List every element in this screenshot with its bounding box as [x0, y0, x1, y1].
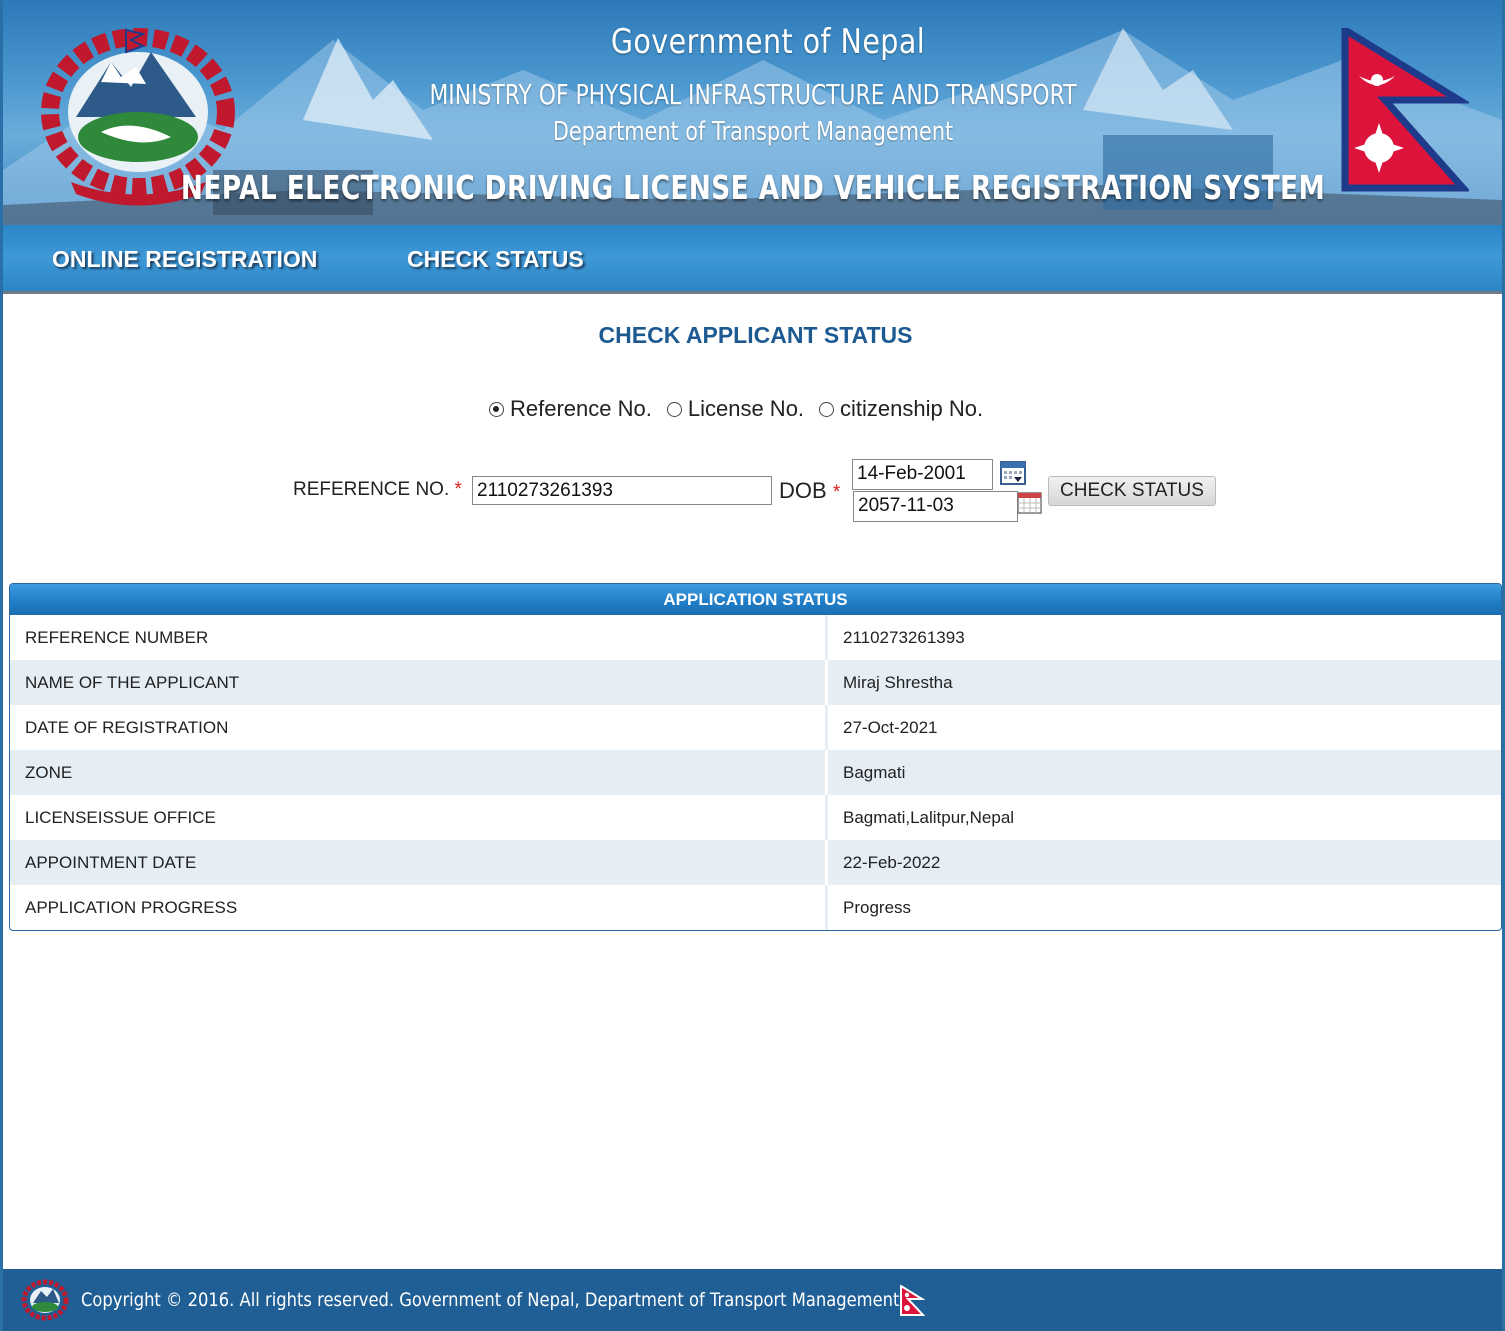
- nepali-calendar-icon[interactable]: [1017, 492, 1042, 514]
- table-row: ZONE Bagmati: [10, 750, 1501, 795]
- row-value: Miraj Shrestha: [843, 673, 953, 692]
- radio-citizenship-no[interactable]: [819, 401, 835, 417]
- row-label: LICENSEISSUE OFFICE: [10, 795, 828, 840]
- reference-no-label: REFERENCE NO. *: [293, 479, 462, 501]
- required-mark: *: [454, 479, 462, 500]
- footer-flag-icon: [900, 1285, 925, 1316]
- header-banner: Government of Nepal MINISTRY OF PHYSICAL…: [3, 0, 1502, 225]
- search-type-radio-group: Reference No. License No. citizenship No…: [489, 394, 998, 424]
- row-label: REFERENCE NUMBER: [10, 615, 828, 660]
- row-label: APPOINTMENT DATE: [10, 840, 828, 885]
- main-nav: ONLINE REGISTRATION CHECK STATUS: [3, 225, 1502, 294]
- table-row: LICENSEISSUE OFFICE Bagmati,Lalitpur,Nep…: [10, 795, 1501, 840]
- radio-reference-no[interactable]: [489, 401, 504, 417]
- row-value: Bagmati: [843, 763, 906, 782]
- footer-emblem-icon: [21, 1279, 69, 1321]
- row-value: 27-Oct-2021: [843, 718, 938, 737]
- dob-label: DOB *: [779, 478, 840, 504]
- row-label: APPLICATION PROGRESS: [10, 885, 828, 930]
- header-ministry-title: MINISTRY OF PHYSICAL INFRASTRUCTURE AND …: [429, 78, 1077, 111]
- table-row: APPLICATION PROGRESS Progress: [10, 885, 1501, 930]
- check-status-button[interactable]: CHECK STATUS: [1048, 476, 1216, 506]
- table-row: DATE OF REGISTRATION 27-Oct-2021: [10, 705, 1501, 750]
- dob-ad-input[interactable]: 14-Feb-2001: [852, 459, 993, 490]
- calendar-icon[interactable]: [1000, 460, 1026, 486]
- dob-label-text: DOB: [779, 478, 827, 503]
- row-label: ZONE: [10, 750, 828, 795]
- footer-copyright: Copyright © 2016. All rights reserved. G…: [81, 1289, 900, 1311]
- row-value: 22-Feb-2022: [843, 853, 941, 872]
- header-titles: Government of Nepal MINISTRY OF PHYSICAL…: [3, 0, 1502, 225]
- dob-bs-input[interactable]: 2057-11-03: [853, 491, 1018, 522]
- page: Government of Nepal MINISTRY OF PHYSICAL…: [0, 0, 1505, 1331]
- nav-check-status[interactable]: CHECK STATUS: [407, 225, 584, 291]
- dob-required-mark: *: [832, 482, 841, 503]
- reference-no-input[interactable]: 2110273261393: [472, 476, 772, 505]
- radio-citizenship-no-label[interactable]: citizenship No.: [840, 396, 983, 422]
- reference-no-label-text: REFERENCE NO.: [293, 479, 450, 500]
- header-system-title: NEPAL ELECTRONIC DRIVING LICENSE AND VEH…: [180, 168, 1326, 207]
- footer: Copyright © 2016. All rights reserved. G…: [3, 1269, 1502, 1331]
- row-label: DATE OF REGISTRATION: [10, 705, 828, 750]
- table-row: NAME OF THE APPLICANT Miraj Shrestha: [10, 660, 1501, 705]
- application-status-panel: APPLICATION STATUS REFERENCE NUMBER 2110…: [9, 583, 1502, 931]
- radio-license-no[interactable]: [666, 401, 682, 417]
- row-label: NAME OF THE APPLICANT: [10, 660, 828, 705]
- row-value: 2110273261393: [843, 628, 965, 647]
- nav-online-registration[interactable]: ONLINE REGISTRATION: [52, 225, 317, 291]
- page-title: CHECK APPLICANT STATUS: [598, 322, 913, 348]
- application-status-heading: APPLICATION STATUS: [10, 584, 1501, 615]
- radio-license-no-label[interactable]: License No.: [688, 396, 804, 422]
- table-row: REFERENCE NUMBER 2110273261393: [10, 615, 1501, 660]
- radio-reference-no-label[interactable]: Reference No.: [510, 396, 652, 422]
- row-value: Bagmati,Lalitpur,Nepal: [843, 808, 1015, 827]
- header-department-title: Department of Transport Management: [552, 117, 954, 147]
- table-row: APPOINTMENT DATE 22-Feb-2022: [10, 840, 1501, 885]
- row-value: Progress: [843, 898, 912, 917]
- header-government-title: Government of Nepal: [610, 22, 926, 62]
